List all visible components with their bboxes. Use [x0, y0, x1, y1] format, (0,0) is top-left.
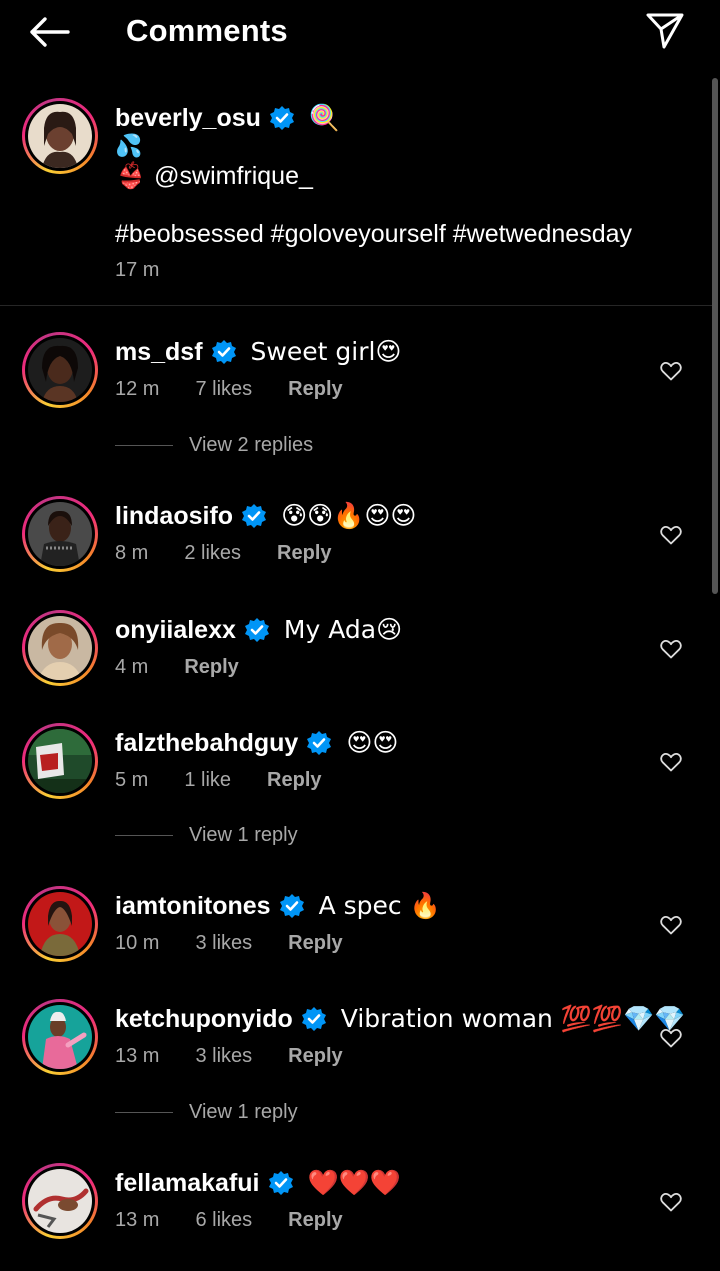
comment-text: Sweet girl😍 [250, 337, 402, 366]
share-button[interactable] [642, 8, 688, 52]
like-button[interactable] [656, 356, 686, 386]
caption-header: beverly_osu 🍭 [115, 102, 340, 134]
arrow-left-icon [30, 17, 70, 47]
view-replies-button[interactable]: View 1 reply [115, 824, 298, 847]
caption-mention[interactable]: @swimfrique_ [154, 160, 313, 192]
caption-divider [0, 305, 712, 306]
caption-emoji-line: 💦 [115, 134, 143, 159]
like-button[interactable] [656, 520, 686, 550]
comment-row: fellamakafui ❤️❤️❤️ 13 m 6 likes Reply [0, 1153, 712, 1253]
reply-thread-line [115, 835, 173, 836]
heart-icon [660, 525, 682, 545]
like-button[interactable] [656, 747, 686, 777]
reply-button[interactable]: Reply [288, 1209, 342, 1232]
bikini-emoji: 👙 [115, 161, 147, 190]
verified-badge-icon [268, 1170, 294, 1196]
view-replies-button[interactable]: View 2 replies [115, 434, 313, 457]
comment-username[interactable]: falzthebahdguy [115, 727, 298, 759]
reply-button[interactable]: Reply [288, 1045, 342, 1068]
avatar[interactable] [22, 496, 98, 572]
view-replies-label: View 1 reply [189, 824, 298, 846]
comment-username[interactable]: onyiialexx [115, 614, 236, 646]
comment-row: falzthebahdguy 😍😍 5 m 1 like Reply [0, 713, 712, 813]
comment-username[interactable]: iamtonitones [115, 890, 271, 922]
heart-icon [660, 752, 682, 772]
reply-button[interactable]: Reply [184, 656, 238, 679]
comment-timestamp: 4 m [115, 656, 149, 678]
avatar[interactable] [22, 723, 98, 799]
comment-timestamp: 5 m [115, 769, 149, 791]
comment-timestamp: 13 m [115, 1209, 160, 1231]
comment-row: lindaosifo 😰😰🔥😍😍 8 m 2 likes Reply [0, 486, 712, 586]
verified-badge-icon [211, 339, 237, 365]
page-title: Comments [126, 13, 288, 48]
heart-icon [660, 915, 682, 935]
comment-likes[interactable]: 6 likes [195, 1209, 252, 1232]
comment-timestamp: 8 m [115, 542, 149, 564]
comment-username[interactable]: ketchuponyido [115, 1003, 293, 1035]
verified-badge-icon [301, 1006, 327, 1032]
reply-button[interactable]: Reply [288, 378, 342, 401]
verified-badge-icon [306, 730, 332, 756]
comment-username[interactable]: lindaosifo [115, 500, 233, 532]
caption-username[interactable]: beverly_osu [115, 102, 261, 134]
paper-plane-icon [646, 13, 684, 49]
like-button[interactable] [656, 1023, 686, 1053]
verified-badge-icon [279, 893, 305, 919]
comment-row: ketchuponyido Vibration woman 💯💯💎💎 13 m … [0, 989, 712, 1089]
verified-badge-icon [241, 503, 267, 529]
comment-text: A spec 🔥 [318, 891, 441, 920]
comment-text: 😍😍 [346, 728, 399, 757]
comment-text: 😰😰🔥😍😍 [281, 501, 417, 530]
caption-hashtags[interactable]: #beobsessed #goloveyourself #wetwednesda… [115, 218, 632, 250]
reply-button[interactable]: Reply [288, 932, 342, 955]
comment-row: ms_dsf Sweet girl😍 12 m 7 likes Reply [0, 322, 712, 422]
avatar[interactable] [22, 332, 98, 408]
view-replies-button[interactable]: View 1 reply [115, 1101, 298, 1124]
avatar[interactable] [22, 98, 98, 174]
comment-likes[interactable]: 2 likes [184, 542, 241, 565]
comment-username[interactable]: fellamakafui [115, 1167, 260, 1199]
heart-icon [660, 639, 682, 659]
heart-icon [660, 361, 682, 381]
like-button[interactable] [656, 1187, 686, 1217]
avatar[interactable] [22, 999, 98, 1075]
top-bar: Comments [0, 0, 720, 60]
avatar[interactable] [22, 1163, 98, 1239]
lollipop-emoji: 🍭 [308, 103, 341, 132]
comment-timestamp: 13 m [115, 1045, 160, 1067]
heart-icon [660, 1028, 682, 1048]
comment-likes[interactable]: 7 likes [195, 378, 252, 401]
avatar[interactable] [22, 886, 98, 962]
view-replies-label: View 1 reply [189, 1101, 298, 1123]
reply-button[interactable]: Reply [267, 769, 321, 792]
back-button[interactable] [26, 12, 72, 52]
view-replies-label: View 2 replies [189, 434, 314, 456]
comment-text: My Ada😢 [283, 615, 403, 644]
avatar[interactable] [22, 610, 98, 686]
caption-timestamp: 17 m [115, 259, 160, 281]
reply-button[interactable]: Reply [277, 542, 331, 565]
verified-badge-icon [244, 617, 270, 643]
comment-likes[interactable]: 3 likes [195, 1045, 252, 1068]
comment-likes[interactable]: 3 likes [195, 932, 252, 955]
reply-thread-line [115, 1112, 173, 1113]
caption-mention-line: 👙 @swimfrique_ [115, 160, 313, 192]
comment-text: ❤️❤️❤️ [307, 1168, 401, 1197]
verified-badge-icon [269, 105, 295, 131]
comment-username[interactable]: ms_dsf [115, 336, 203, 368]
like-button[interactable] [656, 634, 686, 664]
like-button[interactable] [656, 910, 686, 940]
reply-thread-line [115, 445, 173, 446]
comment-timestamp: 12 m [115, 378, 160, 400]
scrollbar[interactable] [712, 78, 718, 594]
comment-row: iamtonitones A spec 🔥 10 m 3 likes Reply [0, 876, 712, 976]
comment-row: onyiialexx My Ada😢 4 m Reply [0, 600, 712, 700]
heart-icon [660, 1192, 682, 1212]
comment-timestamp: 10 m [115, 932, 160, 954]
comment-text: Vibration woman 💯💯💎💎 [340, 1004, 686, 1033]
comment-likes[interactable]: 1 like [184, 769, 231, 792]
